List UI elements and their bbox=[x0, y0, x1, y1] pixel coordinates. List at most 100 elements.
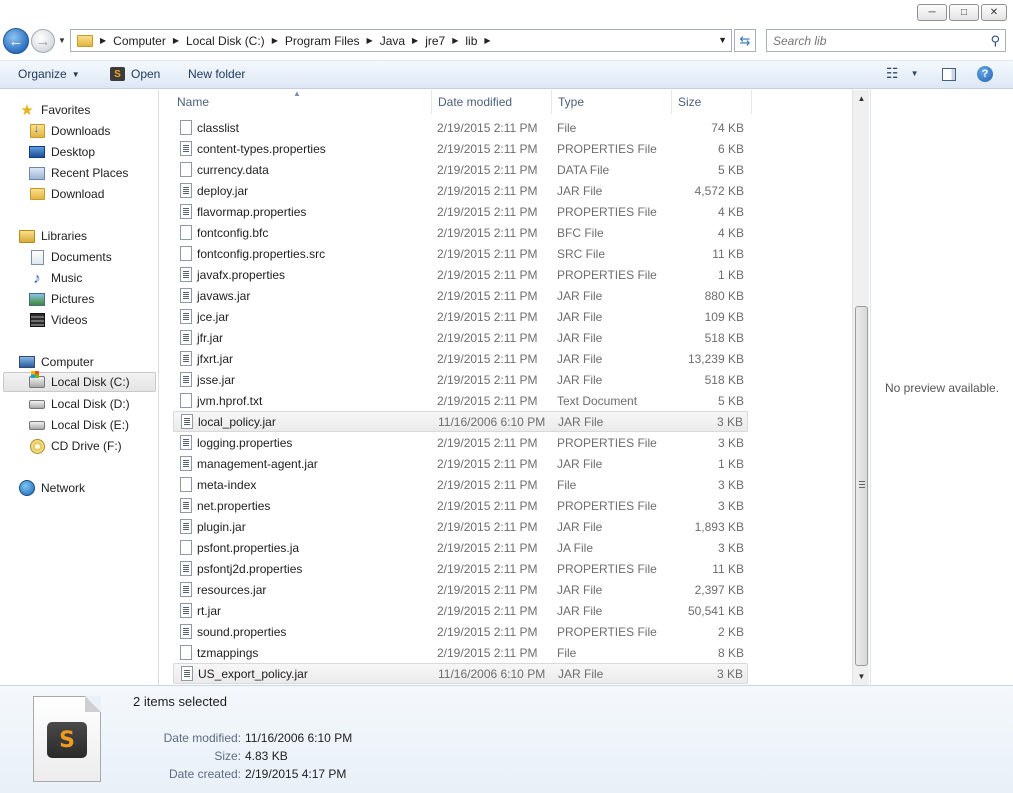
table-row[interactable]: sound.properties 2/19/2015 2:11 PM PROPERT… bbox=[173, 621, 748, 642]
nav-documents[interactable]: Documents bbox=[29, 247, 112, 267]
breadcrumb-item-program-files[interactable]: Program Files bbox=[285, 34, 360, 48]
address-bar[interactable]: ▶ Computer ▶ Local Disk (C:) ▶ Program F… bbox=[70, 29, 732, 52]
table-row[interactable]: jfxrt.jar 2/19/2015 2:11 PM JAR File 13,239… bbox=[173, 348, 748, 369]
vertical-scrollbar[interactable]: ▲ ▼ bbox=[852, 90, 869, 685]
new-folder-button[interactable]: New folder bbox=[188, 67, 245, 81]
nav-download[interactable]: Download bbox=[29, 184, 104, 204]
column-header-size[interactable]: Size bbox=[672, 90, 752, 114]
file-type: JAR File bbox=[557, 519, 603, 534]
text-file-icon bbox=[180, 204, 192, 219]
table-row[interactable]: deploy.jar 2/19/2015 2:11 PM JAR File 4,572… bbox=[173, 180, 748, 201]
table-row[interactable]: logging.properties 2/19/2015 2:11 PM PROPE… bbox=[173, 432, 748, 453]
preview-pane-button[interactable] bbox=[942, 68, 956, 81]
table-row[interactable]: javaws.jar 2/19/2015 2:11 PM JAR File 880 K… bbox=[173, 285, 748, 306]
breadcrumb-arrow-icon[interactable]: ▶ bbox=[484, 36, 490, 45]
file-date-modified: 2/19/2015 2:11 PM bbox=[437, 225, 538, 240]
table-row[interactable]: jfr.jar 2/19/2015 2:11 PM JAR File 518 KB bbox=[173, 327, 748, 348]
scroll-up-button[interactable]: ▲ bbox=[853, 90, 870, 107]
table-row[interactable]: classlist 2/19/2015 2:11 PM File 74 KB bbox=[173, 117, 748, 138]
breadcrumb-arrow-icon[interactable]: ▶ bbox=[173, 36, 179, 45]
breadcrumb-item-jre7[interactable]: jre7 bbox=[425, 34, 445, 48]
address-history-dropdown[interactable]: ▼ bbox=[718, 35, 727, 45]
table-row[interactable]: rt.jar 2/19/2015 2:11 PM JAR File 50,541 KB bbox=[173, 600, 748, 621]
search-input[interactable] bbox=[773, 31, 973, 51]
nav-local-disk-d[interactable]: Local Disk (D:) bbox=[29, 394, 130, 414]
nav-documents-label: Documents bbox=[51, 250, 112, 264]
change-view-button[interactable]: ☷ ▼ bbox=[886, 65, 918, 82]
nav-music[interactable]: ♪ Music bbox=[29, 268, 82, 288]
text-file-icon bbox=[180, 624, 192, 639]
column-header-type[interactable]: Type bbox=[552, 90, 672, 114]
file-size: 5 KB bbox=[717, 162, 744, 177]
network-icon bbox=[19, 480, 35, 496]
nav-libraries[interactable]: Libraries bbox=[19, 226, 87, 246]
nav-downloads[interactable]: Downloads bbox=[29, 121, 110, 141]
nav-network[interactable]: Network bbox=[19, 478, 85, 498]
search-icon[interactable]: ⚲ bbox=[990, 33, 1000, 49]
breadcrumb-item-local-disk[interactable]: Local Disk (C:) bbox=[186, 34, 265, 48]
file-date-modified: 2/19/2015 2:11 PM bbox=[437, 519, 538, 534]
breadcrumb-item-java[interactable]: Java bbox=[380, 34, 405, 48]
table-row[interactable]: jvm.hprof.txt 2/19/2015 2:11 PM Text Docum… bbox=[173, 390, 748, 411]
nav-pictures[interactable]: Pictures bbox=[29, 289, 94, 309]
table-row[interactable]: psfont.properties.ja 2/19/2015 2:11 PM JA … bbox=[173, 537, 748, 558]
nav-desktop[interactable]: Desktop bbox=[29, 142, 95, 162]
table-row[interactable]: management-agent.jar 2/19/2015 2:11 PM JAR… bbox=[173, 453, 748, 474]
help-button[interactable]: ? bbox=[977, 66, 993, 82]
file-type: PROPERTIES File bbox=[557, 267, 657, 282]
maximize-button[interactable]: □ bbox=[949, 4, 979, 21]
table-row[interactable]: net.properties 2/19/2015 2:11 PM PROPERTIE… bbox=[173, 495, 748, 516]
breadcrumb-arrow-icon[interactable]: ▶ bbox=[452, 36, 458, 45]
nav-local-disk-c[interactable]: Local Disk (C:) bbox=[3, 371, 156, 392]
table-row[interactable]: fontconfig.properties.src 2/19/2015 2:11 … bbox=[173, 243, 748, 264]
nav-local-disk-e[interactable]: Local Disk (E:) bbox=[29, 415, 129, 435]
nav-computer[interactable]: Computer bbox=[19, 352, 94, 372]
table-row[interactable]: tzmappings 2/19/2015 2:11 PM File 8 KB bbox=[173, 642, 748, 663]
table-row[interactable]: meta-index 2/19/2015 2:11 PM File 3 KB bbox=[173, 474, 748, 495]
date-created-value[interactable]: 2/19/2015 4:17 PM bbox=[245, 767, 346, 781]
scroll-down-button[interactable]: ▼ bbox=[853, 668, 870, 685]
table-row[interactable]: flavormap.properties 2/19/2015 2:11 PM PRO… bbox=[173, 201, 748, 222]
nav-videos[interactable]: Videos bbox=[29, 310, 87, 330]
column-header-name[interactable]: Name ▲ bbox=[171, 90, 432, 114]
minimize-button[interactable]: ─ bbox=[917, 4, 947, 21]
scrollbar-thumb[interactable] bbox=[855, 306, 868, 666]
folder-icon bbox=[29, 188, 45, 200]
open-label: Open bbox=[131, 67, 161, 81]
breadcrumb-arrow-icon[interactable]: ▶ bbox=[100, 36, 106, 45]
table-row[interactable]: plugin.jar 2/19/2015 2:11 PM JAR File 1,893… bbox=[173, 516, 748, 537]
breadcrumb-arrow-icon[interactable]: ▶ bbox=[367, 36, 373, 45]
breadcrumb-arrow-icon[interactable]: ▶ bbox=[412, 36, 418, 45]
nav-recent-places[interactable]: Recent Places bbox=[29, 163, 128, 183]
table-row[interactable]: local_policy.jar 11/16/2006 6:10 PM JAR Fi… bbox=[173, 411, 748, 432]
file-name: deploy.jar bbox=[197, 183, 249, 198]
table-row[interactable]: fontconfig.bfc 2/19/2015 2:11 PM BFC File 4… bbox=[173, 222, 748, 243]
date-modified-value[interactable]: 11/16/2006 6:10 PM bbox=[245, 731, 352, 745]
table-row[interactable]: jce.jar 2/19/2015 2:11 PM JAR File 109 KB bbox=[173, 306, 748, 327]
chevron-down-icon: ▼ bbox=[718, 35, 727, 45]
table-row[interactable]: currency.data 2/19/2015 2:11 PM DATA File 5… bbox=[173, 159, 748, 180]
table-row[interactable]: US_export_policy.jar 11/16/2006 6:10 PM JA… bbox=[173, 663, 748, 684]
organize-button[interactable]: Organize ▼ bbox=[18, 67, 80, 81]
open-button[interactable]: S Open bbox=[110, 67, 160, 81]
table-row[interactable]: psfontj2d.properties 2/19/2015 2:11 PM PRO… bbox=[173, 558, 748, 579]
recent-pages-dropdown[interactable]: ▼ bbox=[58, 36, 66, 45]
selection-count: 2 items selected bbox=[133, 694, 227, 709]
refresh-button[interactable]: ⇆ bbox=[734, 29, 756, 52]
column-header-date[interactable]: Date modified bbox=[432, 90, 552, 114]
nav-favorites[interactable]: ★ Favorites bbox=[19, 100, 90, 120]
table-row[interactable]: resources.jar 2/19/2015 2:11 PM JAR File 2,… bbox=[173, 579, 748, 600]
back-button[interactable]: ← bbox=[3, 28, 29, 54]
nav-cd-drive-f[interactable]: CD Drive (F:) bbox=[29, 436, 122, 456]
nav-local-disk-e-label: Local Disk (E:) bbox=[51, 418, 130, 432]
breadcrumb-item-computer[interactable]: Computer bbox=[113, 34, 166, 48]
table-row[interactable]: javafx.properties 2/19/2015 2:11 PM PROPER… bbox=[173, 264, 748, 285]
table-row[interactable]: content-types.properties 2/19/2015 2:11 P… bbox=[173, 138, 748, 159]
forward-button[interactable]: → bbox=[31, 29, 55, 53]
breadcrumb-arrow-icon[interactable]: ▶ bbox=[272, 36, 278, 45]
close-button[interactable]: ✕ bbox=[981, 4, 1007, 21]
file-type: File bbox=[557, 645, 577, 660]
breadcrumb-item-lib[interactable]: lib bbox=[465, 34, 477, 48]
table-row[interactable]: jsse.jar 2/19/2015 2:11 PM JAR File 518 KB bbox=[173, 369, 748, 390]
file-type: PROPERTIES File bbox=[557, 561, 657, 576]
